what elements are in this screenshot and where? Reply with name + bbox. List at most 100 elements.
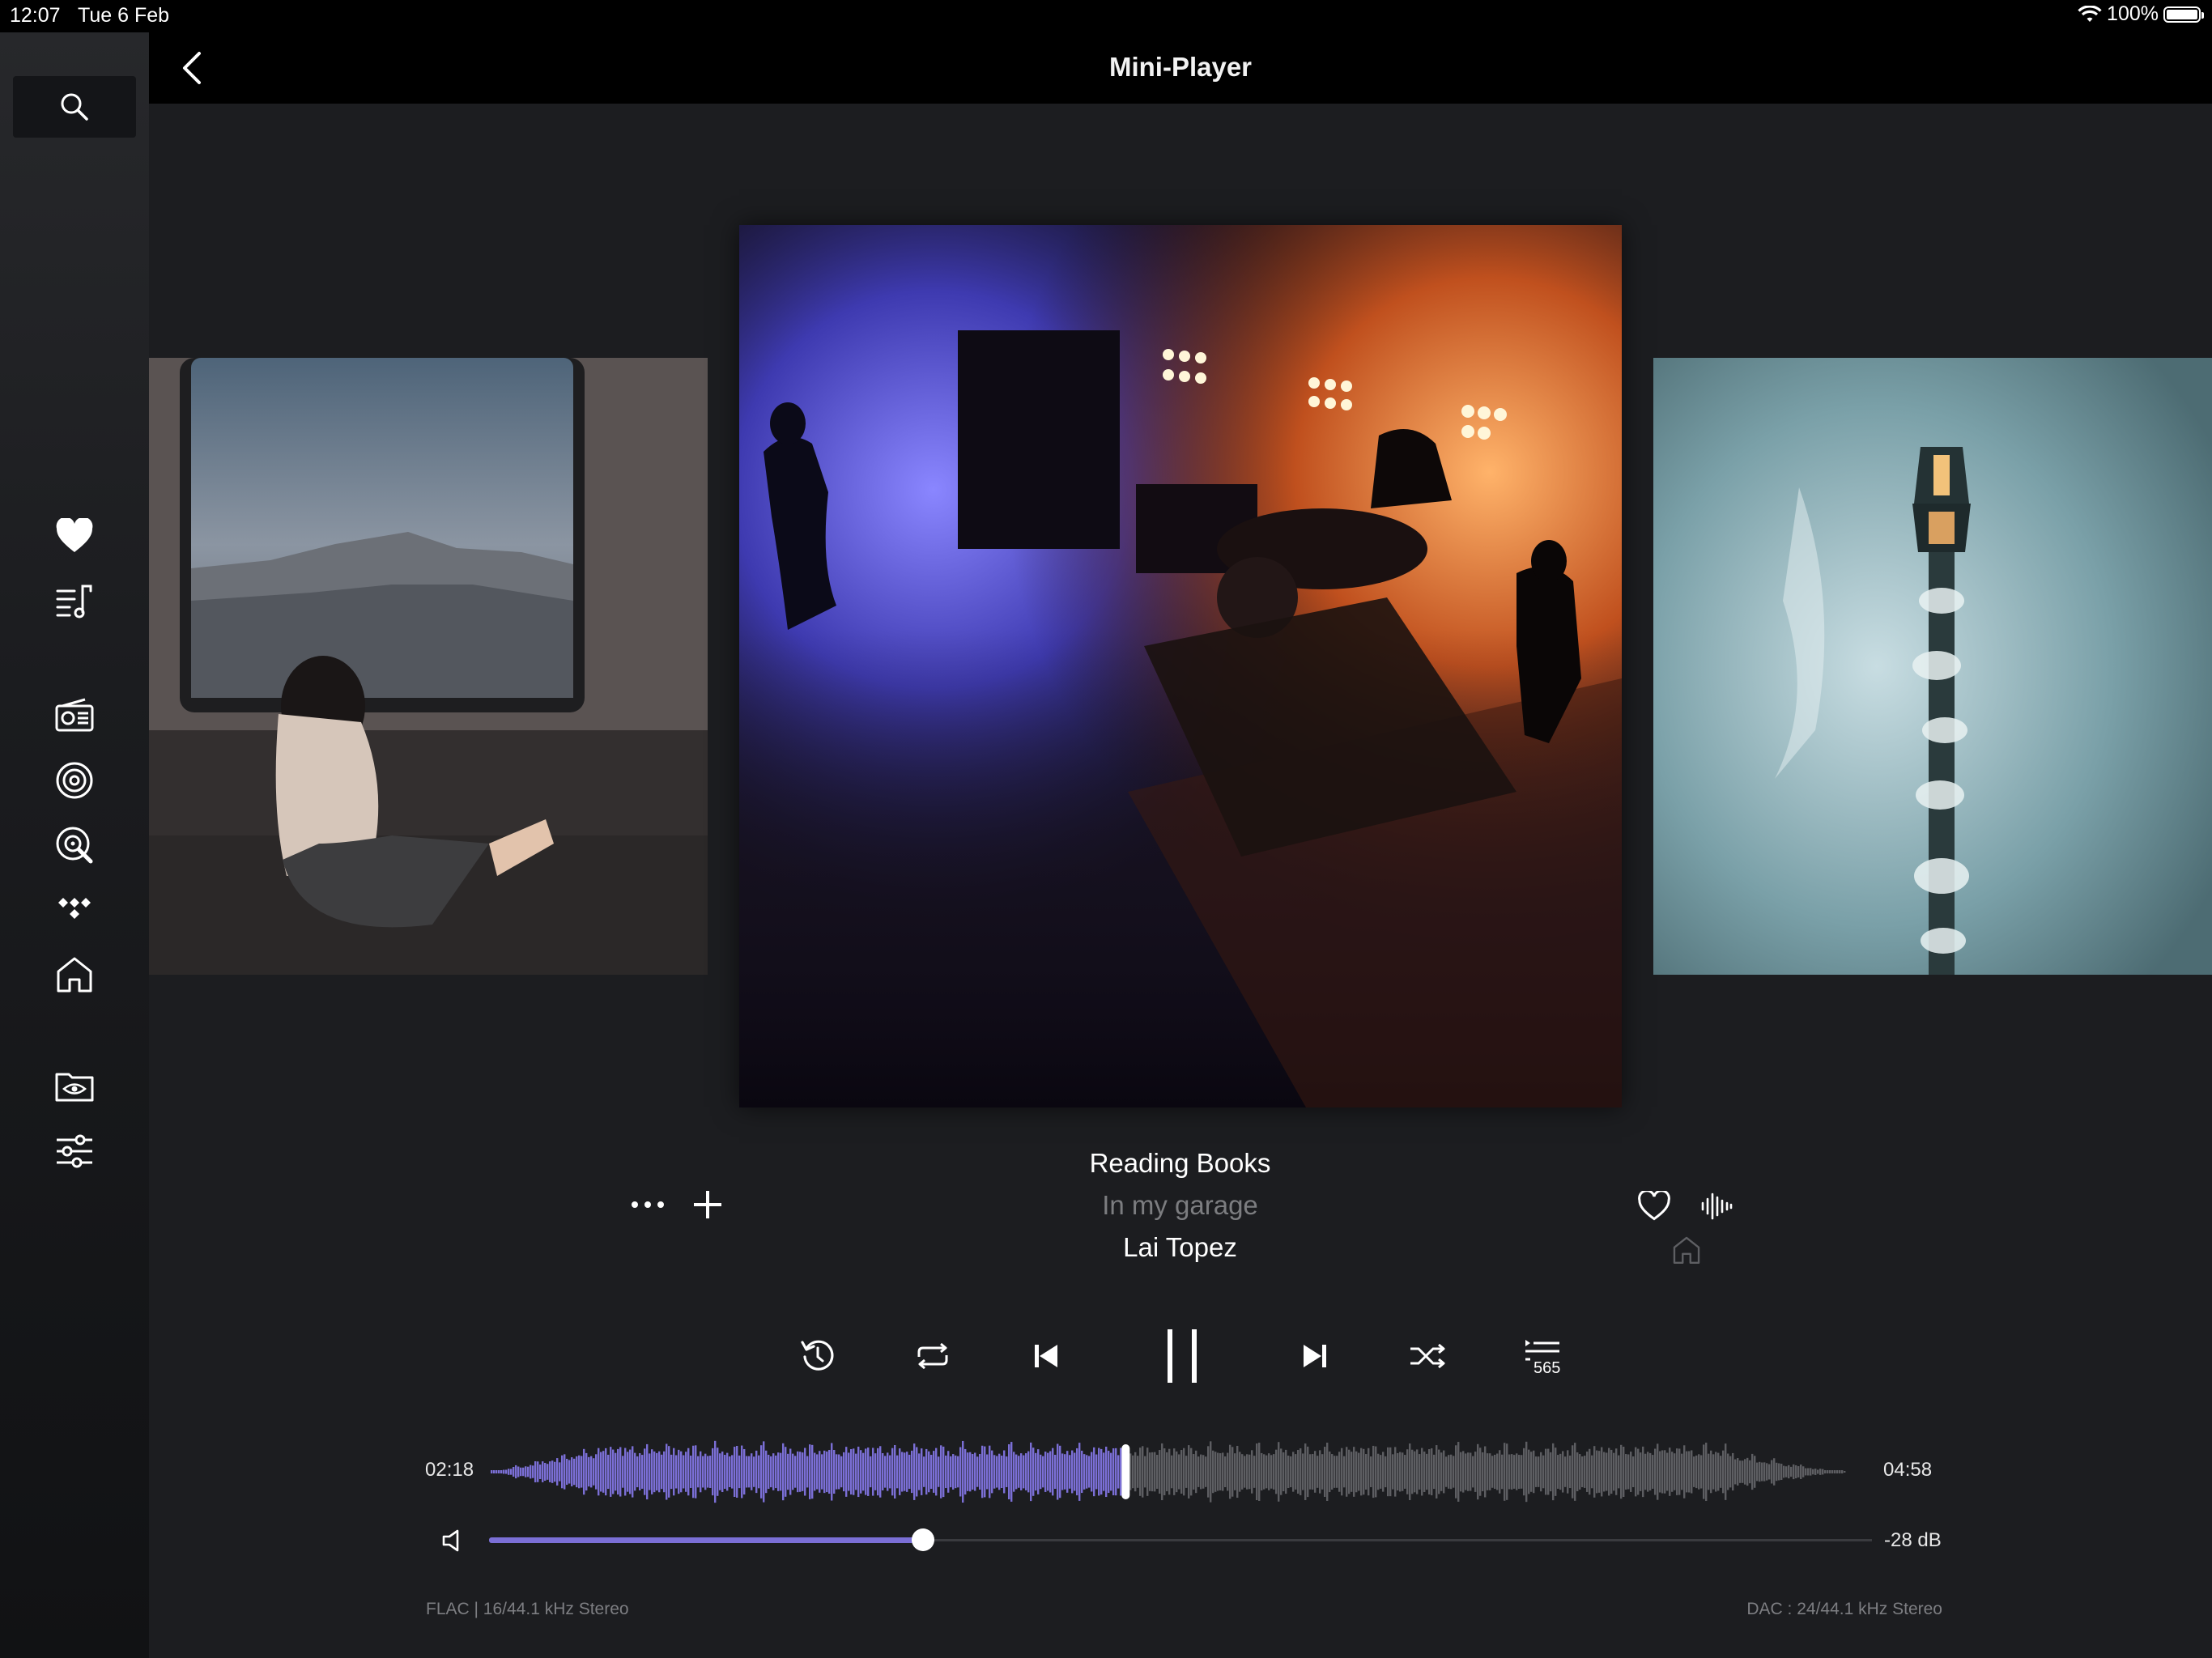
- sidebar-item-folders[interactable]: [50, 1062, 99, 1111]
- waveform-bar: [1606, 1452, 1608, 1491]
- volume-slider[interactable]: [489, 1528, 1872, 1551]
- waveform-bar: [768, 1454, 770, 1490]
- playlist-icon: [56, 585, 92, 619]
- sidebar-item-qobuz[interactable]: [50, 756, 99, 805]
- track-album[interactable]: In my garage: [891, 1190, 1470, 1221]
- track-artist[interactable]: Lai Topez: [891, 1232, 1470, 1263]
- waveform-bar: [1589, 1448, 1591, 1495]
- waveform-bar: [1151, 1452, 1154, 1492]
- sidebar-item-home[interactable]: [50, 950, 99, 999]
- waveform-bar: [491, 1470, 493, 1473]
- shuffle-icon: [1410, 1343, 1445, 1369]
- waveform-bar: [855, 1453, 857, 1490]
- playhead-handle[interactable]: [1121, 1444, 1130, 1499]
- waveform-bar: [942, 1446, 945, 1498]
- add-to-playlist-button[interactable]: [690, 1187, 725, 1222]
- output-device-button[interactable]: [1668, 1232, 1705, 1268]
- status-date: Tue 6 Feb: [78, 4, 170, 27]
- waveform-bar: [836, 1454, 838, 1490]
- waveform-bar: [821, 1454, 823, 1490]
- sidebar-item-settings[interactable]: [50, 1127, 99, 1175]
- sidebar-item-streaming[interactable]: [50, 821, 99, 869]
- waveform-bar: [1759, 1461, 1761, 1482]
- dac-format: DAC : 24/44.1 kHz Stereo: [1746, 1600, 1942, 1618]
- waveform-bar: [1591, 1455, 1593, 1489]
- waveform-bar: [1681, 1453, 1683, 1490]
- waveform-bar: [673, 1448, 675, 1496]
- volume-button[interactable]: [437, 1525, 470, 1556]
- waveform-bar: [775, 1455, 777, 1489]
- waveform-bar: [568, 1460, 571, 1484]
- waveform-bar: [734, 1447, 736, 1497]
- waveform-bar: [1494, 1454, 1496, 1490]
- waveform-bar: [1270, 1455, 1273, 1489]
- waveform-bar: [551, 1460, 554, 1483]
- current-album-art[interactable]: [739, 225, 1622, 1107]
- waveform-bar: [853, 1448, 855, 1495]
- waveform-bar: [1380, 1455, 1382, 1489]
- waveform-bar: [632, 1446, 634, 1498]
- waveform-seek-bar[interactable]: [491, 1438, 1862, 1506]
- next-track-button[interactable]: [1291, 1324, 1339, 1388]
- volume-slider-knob[interactable]: [912, 1528, 935, 1551]
- repeat-icon: [917, 1343, 948, 1369]
- waveform-bar: [1273, 1454, 1275, 1490]
- repeat-button[interactable]: [907, 1324, 959, 1388]
- waveform-bar: [789, 1448, 792, 1495]
- waveform-bar: [619, 1447, 622, 1497]
- waveform-bar: [719, 1453, 721, 1490]
- waveform-bar: [736, 1446, 738, 1498]
- replay-button[interactable]: [793, 1324, 844, 1388]
- waveform-bar: [1508, 1454, 1511, 1490]
- sidebar-item-radio[interactable]: [50, 691, 99, 740]
- shuffle-button[interactable]: [1401, 1324, 1454, 1388]
- waveform-bar: [882, 1453, 884, 1490]
- status-right: 100%: [2078, 2, 2204, 26]
- waveform-bar: [1253, 1456, 1256, 1488]
- volume-level: -28 dB: [1884, 1529, 1942, 1551]
- waveform-bar: [1557, 1455, 1559, 1489]
- sidebar-item-favorites[interactable]: [50, 512, 99, 560]
- waveform-bar: [666, 1443, 668, 1500]
- play-pause-button[interactable]: [1150, 1324, 1214, 1388]
- previous-track-button[interactable]: [1022, 1324, 1070, 1388]
- search-button[interactable]: [13, 76, 136, 138]
- waveform-bar: [1210, 1441, 1212, 1503]
- disc-search-icon: [56, 827, 93, 864]
- favorite-track-button[interactable]: [1635, 1188, 1674, 1224]
- waveform-bar: [1110, 1452, 1112, 1491]
- waveform-bar: [1698, 1454, 1700, 1490]
- waveform-bar: [714, 1440, 717, 1503]
- waveform-bar: [1552, 1443, 1555, 1501]
- more-options-button[interactable]: [623, 1187, 672, 1222]
- waveform-bar: [1010, 1442, 1013, 1502]
- waveform-bar: [1117, 1455, 1120, 1489]
- waveform-bar: [1763, 1462, 1766, 1482]
- waveform-bar: [527, 1466, 530, 1477]
- waveform-bar: [1615, 1448, 1618, 1495]
- waveform-bar: [1423, 1452, 1426, 1492]
- previous-album-art[interactable]: [149, 358, 708, 975]
- waveform-toggle-button[interactable]: [1697, 1188, 1736, 1224]
- waveform-bar: [1727, 1453, 1729, 1490]
- waveform-bar: [508, 1469, 510, 1475]
- waveform-bar: [753, 1456, 755, 1487]
- waveform-bar: [1076, 1448, 1078, 1496]
- waveform-bar: [1569, 1455, 1572, 1489]
- waveform-bar: [782, 1443, 785, 1501]
- waveform-bar: [1501, 1454, 1504, 1490]
- waveform-bar: [1348, 1449, 1351, 1494]
- waveform-bar: [1691, 1450, 1693, 1494]
- waveform-bar: [602, 1451, 605, 1493]
- next-album-art[interactable]: [1653, 358, 2212, 975]
- sidebar-item-tidal[interactable]: [50, 884, 99, 933]
- waveform-bar: [544, 1462, 547, 1482]
- sidebar-item-playlists[interactable]: [50, 576, 99, 625]
- waveform-bar: [1688, 1451, 1691, 1493]
- waveform-bar: [1528, 1449, 1530, 1494]
- queue-button[interactable]: 565: [1516, 1324, 1572, 1388]
- waveform-bar: [1355, 1451, 1358, 1493]
- waveform-bar: [1069, 1455, 1071, 1489]
- waveform-bar: [870, 1456, 872, 1488]
- waveform-bar: [1234, 1453, 1236, 1490]
